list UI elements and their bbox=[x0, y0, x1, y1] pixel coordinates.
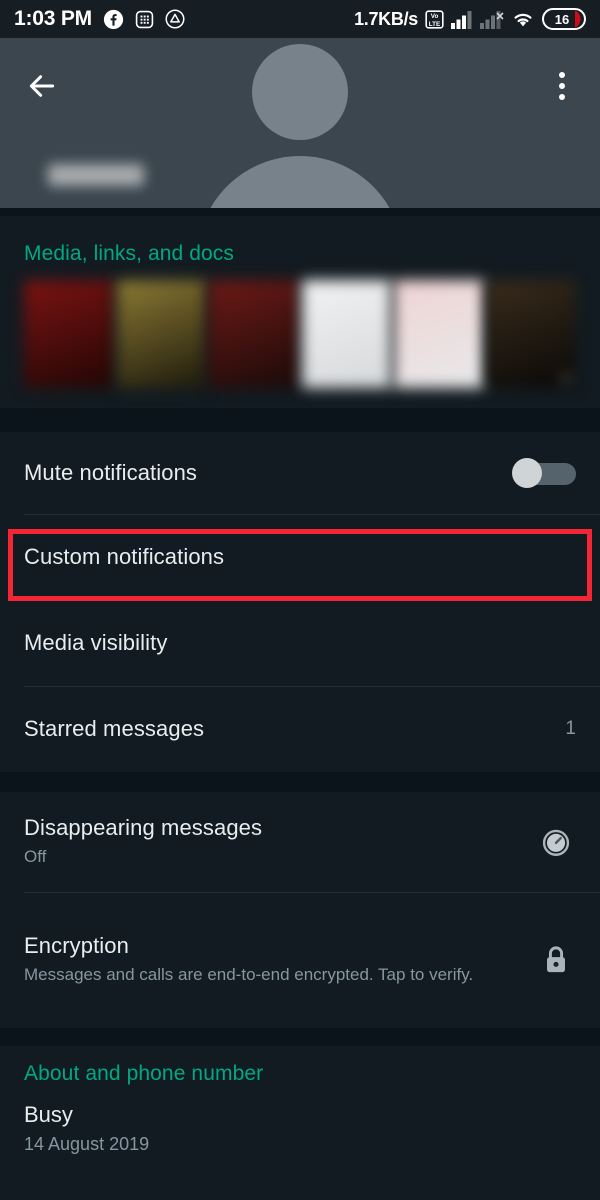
avatar[interactable] bbox=[197, 44, 403, 208]
section-gap bbox=[0, 1028, 600, 1046]
row-divider bbox=[24, 514, 600, 515]
timer-icon bbox=[542, 829, 570, 856]
contact-name-blurred bbox=[48, 164, 144, 186]
signal-bars-icon bbox=[451, 10, 472, 29]
row-mute-notifications[interactable]: Mute notifications bbox=[0, 432, 600, 514]
overflow-menu-button[interactable] bbox=[540, 64, 584, 108]
media-thumbnail[interactable]: 0 bbox=[486, 280, 576, 388]
row-disappearing-messages[interactable]: Disappearing messages Off bbox=[0, 792, 600, 892]
row-subtitle: Off bbox=[24, 847, 47, 867]
media-thumbnail[interactable] bbox=[116, 280, 206, 388]
notification-section-card: Mute notifications Custom notifications … bbox=[0, 432, 600, 772]
profile-header bbox=[0, 38, 600, 208]
section-gap bbox=[0, 772, 600, 792]
avatar-body-shape bbox=[197, 156, 403, 208]
back-arrow-icon bbox=[29, 75, 55, 97]
facebook-icon bbox=[103, 9, 124, 29]
about-section-title: About and phone number bbox=[24, 1062, 264, 1085]
about-status-text: Busy bbox=[24, 1102, 73, 1127]
privacy-section-card: Disappearing messages Off Encryption Mes… bbox=[0, 792, 600, 1028]
row-title: Disappearing messages bbox=[24, 815, 263, 841]
row-title: Custom notifications bbox=[24, 544, 225, 569]
row-title: Encryption bbox=[24, 933, 129, 959]
about-status-block[interactable]: Busy 14 August 2019 bbox=[0, 1096, 600, 1155]
row-title: Starred messages bbox=[24, 716, 205, 741]
row-starred-messages[interactable]: Starred messages 1 bbox=[0, 686, 600, 772]
android-status-bar: 1:03 PM 1.7KB/s Vo LTE 16 bbox=[0, 0, 600, 38]
mute-notifications-toggle[interactable] bbox=[512, 458, 576, 488]
volte-icon: Vo LTE bbox=[425, 9, 444, 29]
grid-app-icon bbox=[135, 10, 154, 28]
row-custom-notifications[interactable]: Custom notifications bbox=[0, 514, 600, 600]
wifi-icon bbox=[514, 13, 532, 26]
overflow-menu-icon bbox=[559, 83, 565, 89]
whatsapp-contact-info-screen: 1:03 PM 1.7KB/s Vo LTE 16 Media, links, … bbox=[0, 0, 600, 1200]
disappearing-messages-accessory[interactable] bbox=[536, 825, 576, 859]
row-subtitle: Messages and calls are end-to-end encryp… bbox=[24, 965, 474, 985]
row-divider bbox=[24, 892, 600, 893]
media-thumbnail-strip[interactable]: 0 bbox=[0, 280, 600, 410]
signal-bars-no-service-icon bbox=[480, 10, 504, 29]
toggle-thumb bbox=[512, 458, 542, 488]
overflow-menu-icon bbox=[559, 72, 565, 78]
about-section-card: About and phone number Busy 14 August 20… bbox=[0, 1046, 600, 1200]
media-section-card: Media, links, and docs 0 bbox=[0, 216, 600, 408]
avatar-head-shape bbox=[252, 44, 348, 140]
network-speed-indicator: 1.7KB/s bbox=[354, 8, 418, 29]
svg-text:LTE: LTE bbox=[429, 20, 440, 27]
row-title: Mute notifications bbox=[24, 460, 197, 485]
media-section-title[interactable]: Media, links, and docs bbox=[0, 216, 600, 280]
lock-icon bbox=[547, 946, 565, 973]
encryption-accessory[interactable] bbox=[536, 943, 576, 977]
about-status-date: 14 August 2019 bbox=[24, 1134, 150, 1154]
row-media-visibility[interactable]: Media visibility bbox=[0, 600, 600, 686]
status-bar-left: 1:03 PM bbox=[14, 7, 185, 31]
battery-level-label: 16 bbox=[555, 12, 569, 27]
overflow-menu-icon bbox=[559, 94, 565, 100]
media-thumbnail[interactable] bbox=[301, 280, 391, 388]
media-thumbnail[interactable] bbox=[209, 280, 299, 388]
status-bar-clock: 1:03 PM bbox=[14, 7, 92, 30]
row-encryption[interactable]: Encryption Messages and calls are end-to… bbox=[0, 892, 600, 1028]
starred-messages-count: 1 bbox=[565, 718, 576, 739]
status-bar-right: 1.7KB/s Vo LTE 16 bbox=[354, 8, 586, 30]
media-thumbnail[interactable] bbox=[24, 280, 114, 388]
media-more-count: 0 bbox=[562, 370, 570, 386]
row-title: Media visibility bbox=[24, 630, 168, 655]
back-button[interactable] bbox=[20, 64, 64, 108]
row-divider bbox=[24, 686, 600, 687]
media-thumbnail[interactable] bbox=[394, 280, 484, 388]
svg-text:Vo: Vo bbox=[431, 12, 439, 19]
drive-triangle-icon bbox=[165, 9, 185, 29]
section-gap bbox=[0, 208, 600, 216]
section-gap bbox=[0, 408, 600, 432]
battery-icon: 16 bbox=[542, 8, 586, 30]
